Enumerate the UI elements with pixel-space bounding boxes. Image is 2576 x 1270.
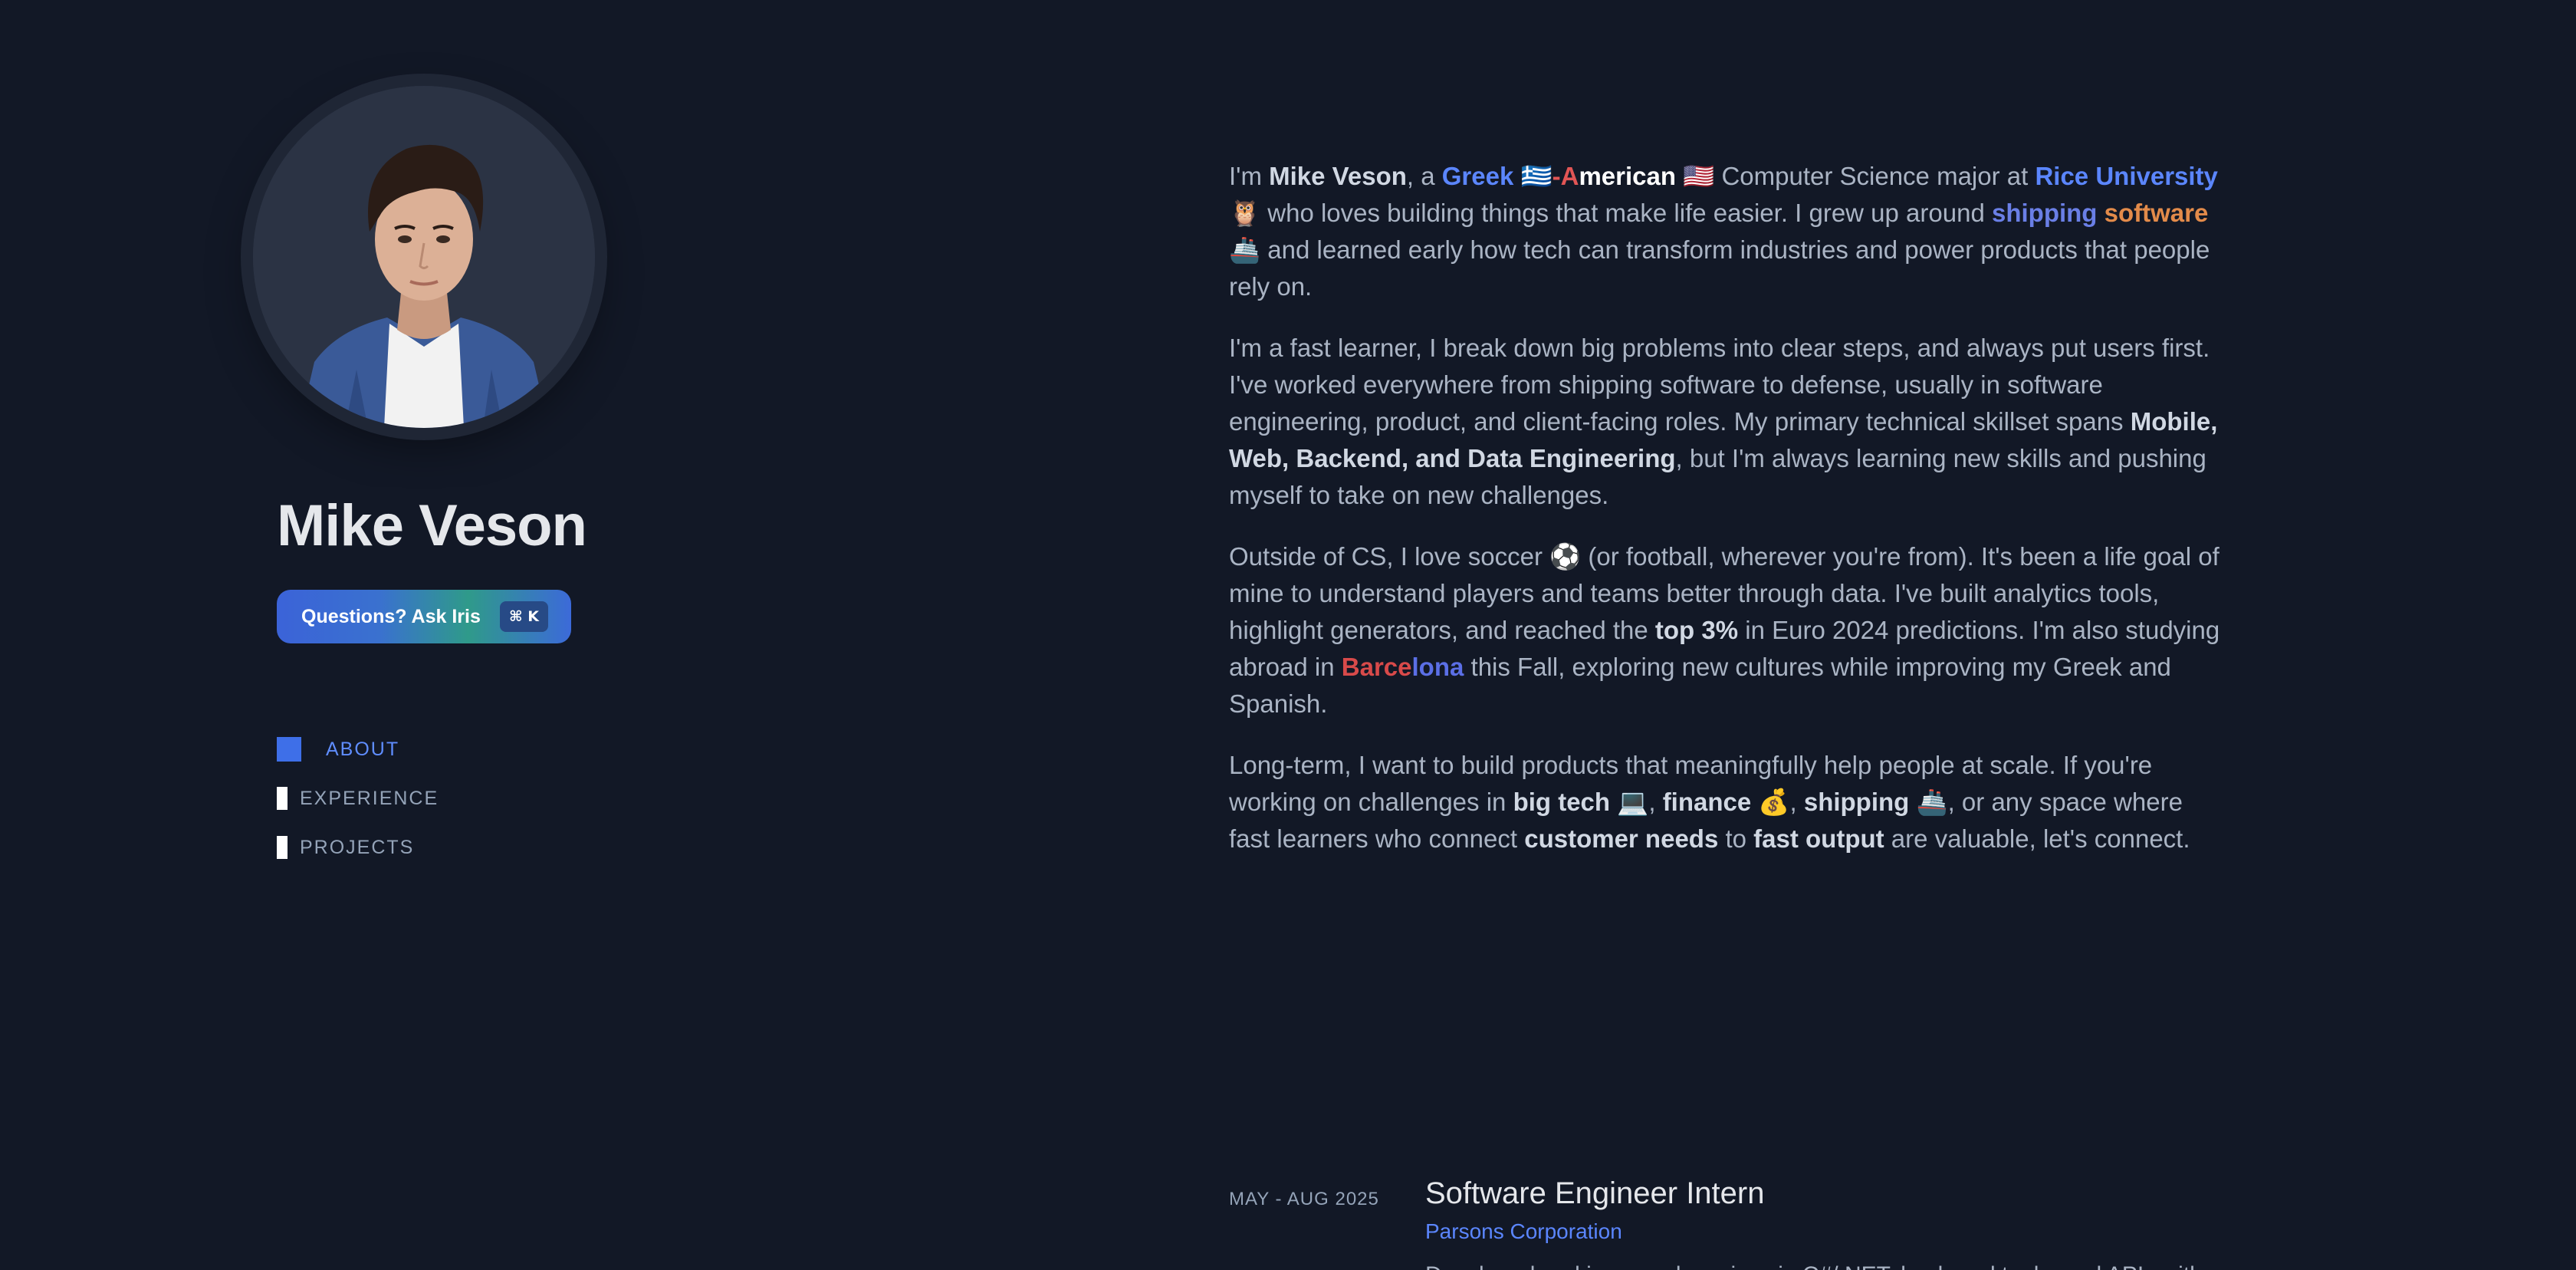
barcelona-highlight-end: lona bbox=[1411, 653, 1464, 681]
text: who loves building things that make life… bbox=[1260, 199, 1992, 227]
keyboard-shortcut-badge: ⌘ K bbox=[500, 601, 548, 632]
american-highlight: merican bbox=[1579, 162, 1677, 190]
nav-marker-icon bbox=[277, 836, 288, 859]
rice-university-highlight: Rice University bbox=[2035, 162, 2218, 190]
portfolio-page: Mike Veson Questions? Ask Iris ⌘ K ABOUT… bbox=[0, 0, 2576, 1270]
text: , bbox=[1648, 788, 1663, 816]
soccer-ball-icon: ⚽ bbox=[1549, 542, 1582, 571]
customer-needs-highlight: customer needs bbox=[1524, 824, 1719, 853]
text: and learned early how tech can transform… bbox=[1229, 235, 2210, 301]
computer-icon: 💻 bbox=[1617, 788, 1649, 816]
text: are valuable, let's connect. bbox=[1884, 824, 2190, 853]
nav-item-about[interactable]: ABOUT bbox=[277, 736, 439, 762]
name-highlight: Mike Veson bbox=[1269, 162, 1407, 190]
text: I'm a fast learner, I break down big pro… bbox=[1229, 334, 2210, 436]
finance-highlight: finance bbox=[1662, 788, 1752, 816]
about-paragraph-1: I'm Mike Veson, a Greek 🇬🇷-American 🇺🇸 C… bbox=[1229, 158, 2226, 305]
nav-label: EXPERIENCE bbox=[300, 787, 439, 809]
top-3-highlight: top 3% bbox=[1654, 616, 1739, 644]
software-highlight: software bbox=[2097, 199, 2209, 227]
text: , bbox=[1789, 788, 1804, 816]
american-highlight-start: A bbox=[1560, 162, 1579, 190]
shipping-highlight: shipping bbox=[1803, 788, 1910, 816]
fast-output-highlight: fast output bbox=[1753, 824, 1884, 853]
ask-iris-label: Questions? Ask Iris bbox=[301, 605, 481, 627]
nav-label: ABOUT bbox=[326, 738, 400, 760]
money-bag-icon: 💰 bbox=[1758, 788, 1790, 816]
dash: - bbox=[1552, 162, 1561, 190]
text: Outside of CS, I love soccer bbox=[1229, 542, 1550, 571]
ask-iris-button[interactable]: Questions? Ask Iris ⌘ K bbox=[277, 590, 571, 643]
nav-item-experience[interactable]: EXPERIENCE bbox=[277, 785, 439, 811]
ship-icon: 🚢 bbox=[1229, 235, 1261, 264]
about-paragraph-4: Long-term, I want to build products that… bbox=[1229, 747, 2226, 857]
shipping-highlight: shipping bbox=[1991, 199, 2098, 227]
ship-icon: 🚢 bbox=[1916, 788, 1948, 816]
about-paragraph-2: I'm a fast learner, I break down big pro… bbox=[1229, 330, 2226, 514]
nav-label: PROJECTS bbox=[300, 836, 415, 858]
section-nav: ABOUT EXPERIENCE PROJECTS bbox=[277, 736, 439, 883]
experience-date: MAY - AUG 2025 bbox=[1229, 1189, 1379, 1209]
greece-flag-icon: 🇬🇷 bbox=[1520, 162, 1552, 190]
usa-flag-icon: 🇺🇸 bbox=[1683, 162, 1715, 190]
about-paragraph-3: Outside of CS, I love soccer ⚽ (or footb… bbox=[1229, 538, 2226, 722]
experience-description: Developed and improved services in C#/.N… bbox=[1425, 1262, 2203, 1270]
owl-icon: 🦉 bbox=[1229, 199, 1261, 227]
big-tech-highlight: big tech bbox=[1513, 788, 1611, 816]
text: to bbox=[1718, 824, 1754, 853]
nav-item-projects[interactable]: PROJECTS bbox=[277, 834, 439, 860]
experience-title: Software Engineer Intern bbox=[1425, 1176, 1765, 1210]
nav-marker-icon bbox=[277, 737, 301, 762]
greek-highlight: Greek bbox=[1441, 162, 1514, 190]
experience-company-link[interactable]: Parsons Corporation bbox=[1425, 1219, 1622, 1244]
nav-marker-icon bbox=[277, 787, 288, 810]
profile-name: Mike Veson bbox=[277, 493, 587, 558]
text: I'm bbox=[1229, 162, 1270, 190]
profile-photo bbox=[253, 86, 595, 428]
barcelona-highlight-start: Barce bbox=[1341, 653, 1412, 681]
text: Computer Science major at bbox=[1714, 162, 2036, 190]
text: , a bbox=[1406, 162, 1442, 190]
about-section: I'm Mike Veson, a Greek 🇬🇷-American 🇺🇸 C… bbox=[1229, 158, 2226, 882]
